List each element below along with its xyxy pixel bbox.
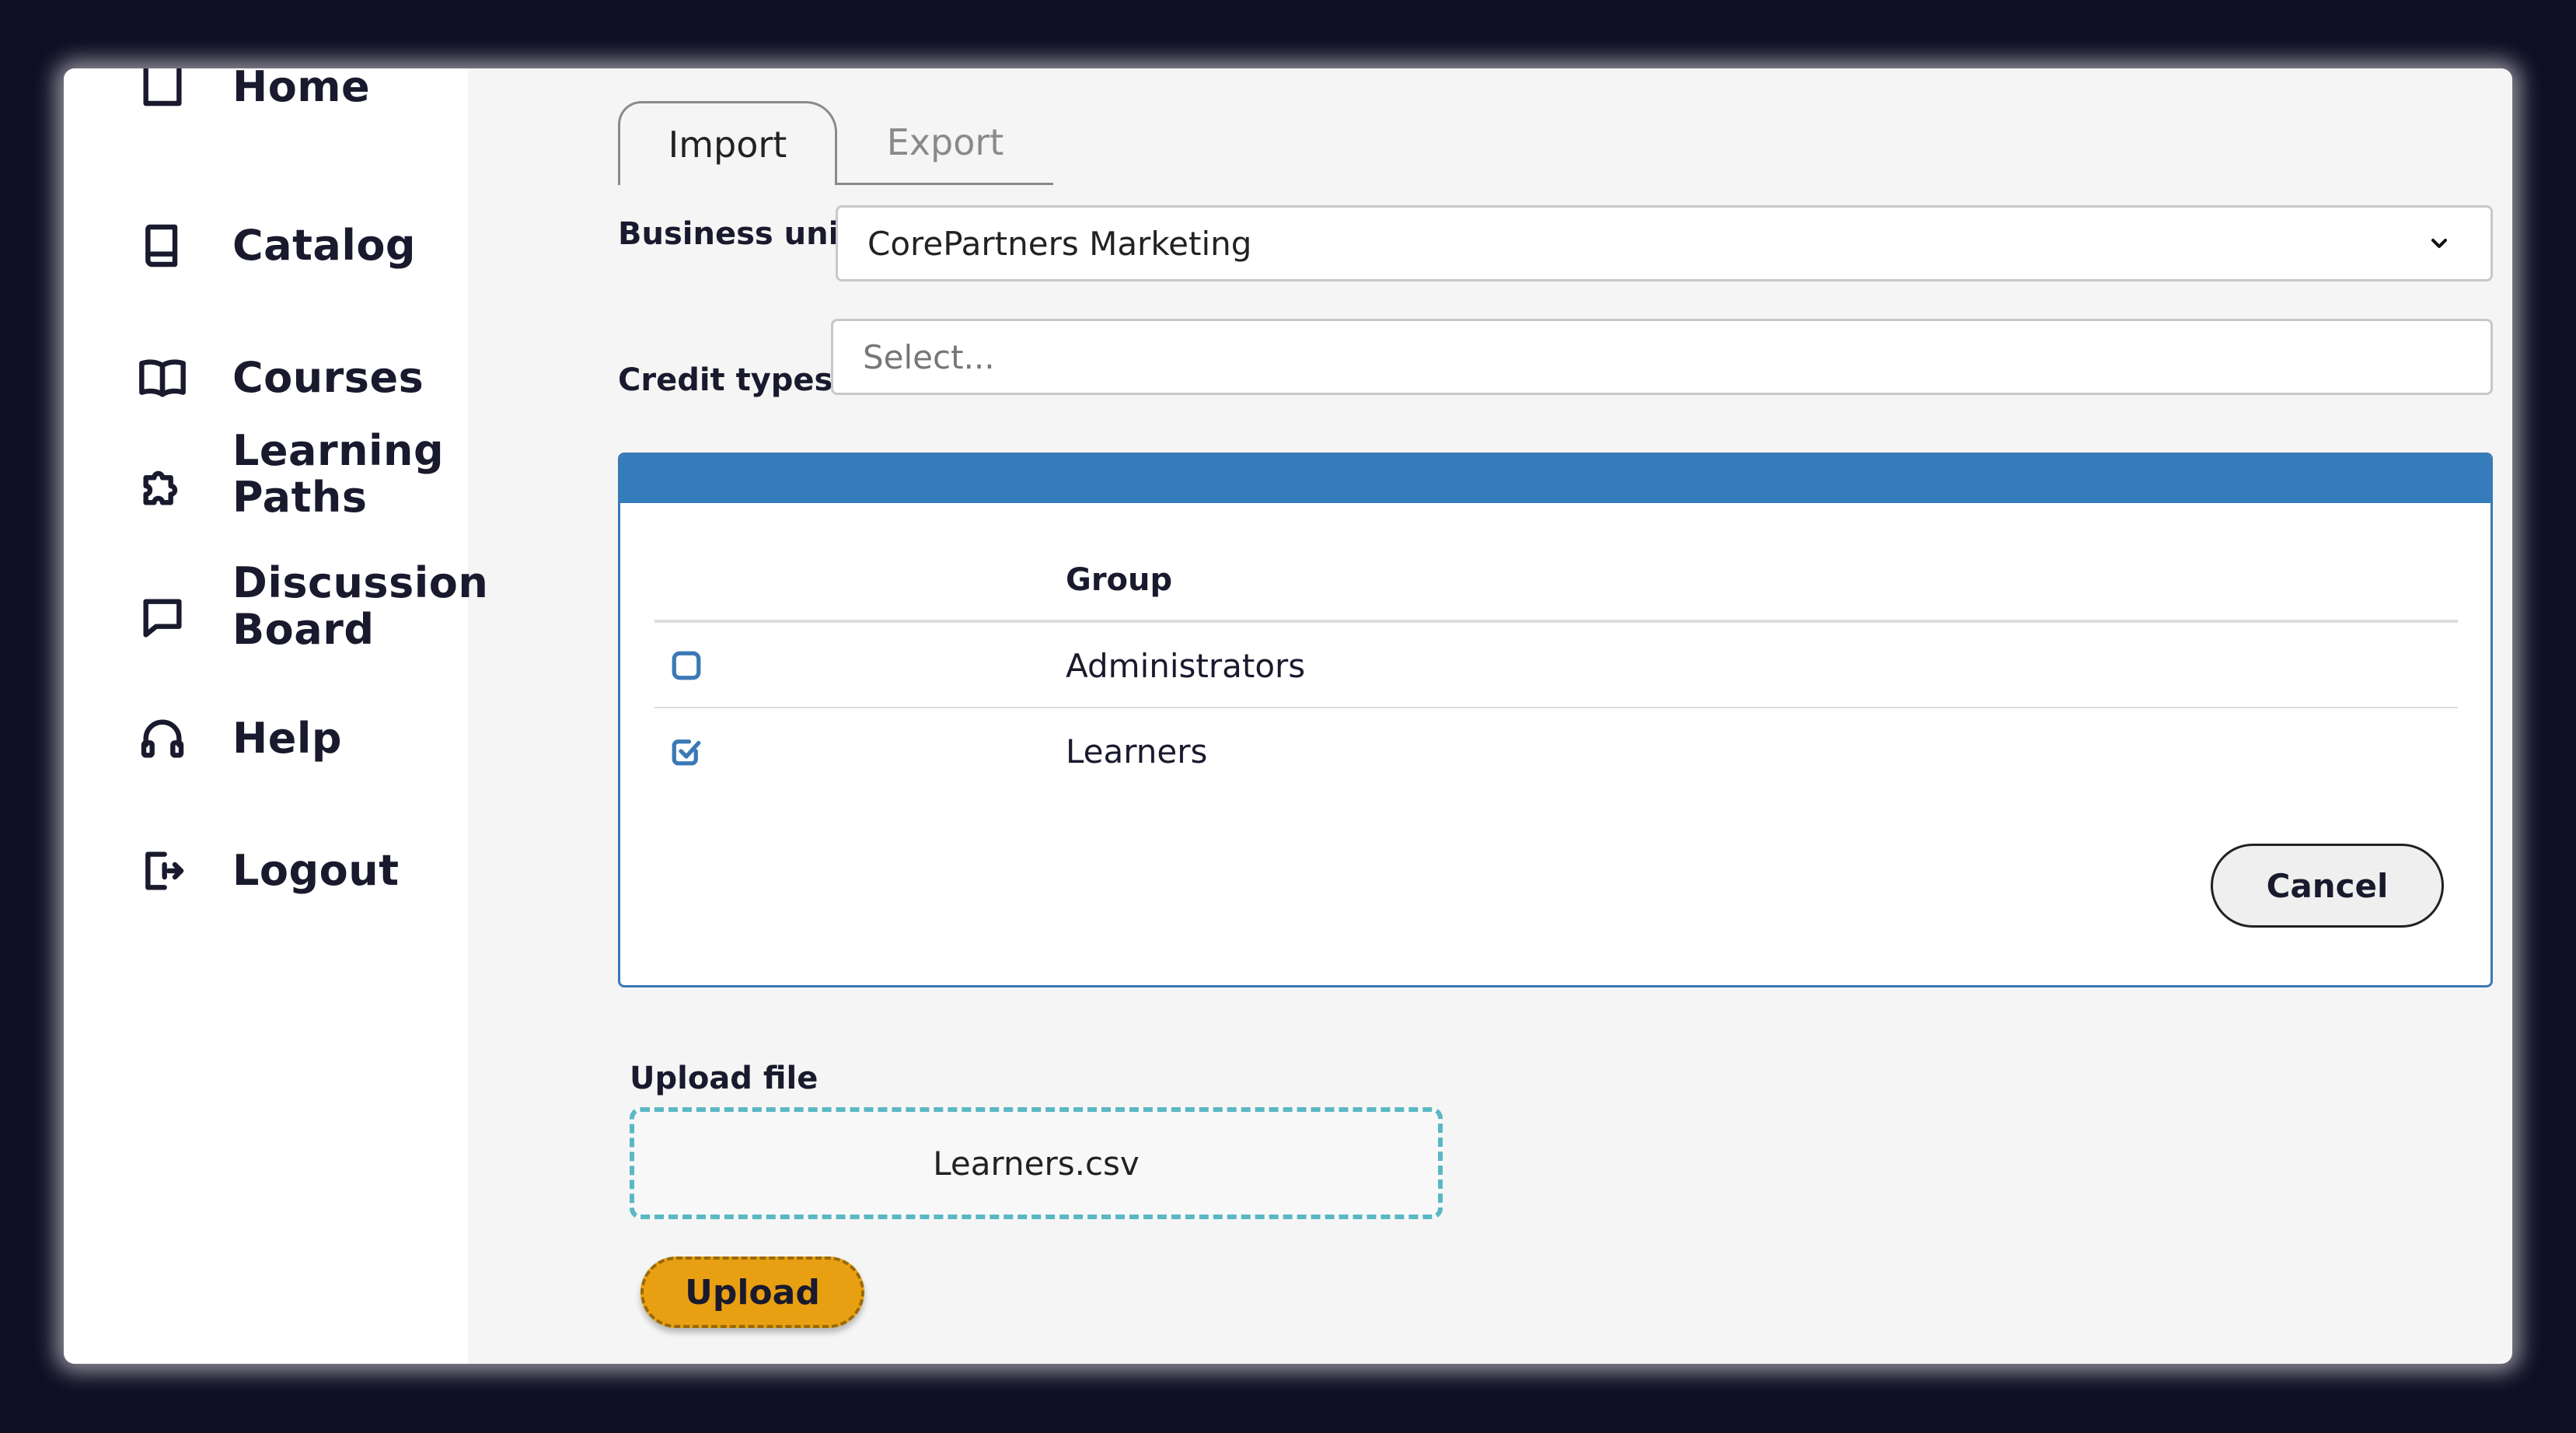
table-row: Administrators — [654, 623, 2458, 708]
checkbox-checked-icon[interactable] — [670, 735, 703, 767]
sidebar-item-label: Logout — [232, 846, 400, 895]
file-dropzone[interactable]: Learners.csv — [630, 1107, 1443, 1219]
logout-icon — [135, 844, 190, 898]
app-window: Home Catalog Courses Learning Paths Disc — [64, 68, 2512, 1364]
group-name: Learners — [1066, 732, 1208, 771]
home-icon — [135, 68, 190, 112]
sidebar-item-label: Catalog — [232, 221, 417, 270]
puzzle-icon — [135, 459, 190, 513]
headset-icon — [135, 711, 190, 766]
sidebar-item-label: Learning Paths — [232, 426, 445, 522]
sidebar-item-home[interactable]: Home — [64, 68, 468, 134]
business-unit-label: Business unit — [618, 216, 854, 252]
checkbox-unchecked-icon[interactable] — [670, 649, 703, 682]
table-row: Learners — [654, 708, 2458, 794]
credit-types-placeholder: Select... — [863, 337, 995, 376]
business-unit-value: CorePartners Marketing — [867, 224, 1252, 263]
sidebar-item-courses[interactable]: Courses — [64, 339, 468, 417]
book-icon — [135, 218, 190, 273]
sidebar: Home Catalog Courses Learning Paths Disc — [64, 68, 489, 1364]
chat-icon — [135, 591, 190, 645]
open-book-icon — [135, 351, 190, 405]
tab-bar: Import Export — [618, 101, 1053, 185]
group-selection-panel: Group Administrators Learners Cancel — [618, 453, 2493, 987]
business-unit-select[interactable]: CorePartners Marketing — [836, 205, 2493, 281]
sidebar-item-catalog[interactable]: Catalog — [64, 207, 468, 285]
sidebar-item-label: Discussion Board — [232, 558, 489, 654]
sidebar-item-label: Home — [232, 68, 371, 111]
sidebar-item-discussion-board[interactable]: Discussion Board — [64, 558, 489, 676]
sidebar-item-label: Help — [232, 714, 342, 763]
tab-import[interactable]: Import — [618, 101, 837, 185]
main-content: Import Export Business unit CorePartners… — [468, 68, 2512, 1364]
sidebar-item-learning-paths[interactable]: Learning Paths — [64, 428, 468, 544]
sidebar-item-help[interactable]: Help — [64, 700, 468, 778]
group-column-header: Group — [1066, 562, 1173, 598]
upload-file-label: Upload file — [630, 1061, 819, 1096]
group-name: Administrators — [1066, 646, 1306, 685]
panel-header — [620, 455, 2490, 503]
cancel-button[interactable]: Cancel — [2211, 844, 2444, 928]
chevron-down-icon — [2431, 239, 2447, 248]
sidebar-item-logout[interactable]: Logout — [64, 832, 468, 910]
sidebar-item-label: Courses — [232, 353, 424, 402]
credit-types-label: Credit types — [618, 362, 833, 398]
credit-types-select[interactable]: Select... — [831, 319, 2493, 395]
upload-button[interactable]: Upload — [641, 1256, 864, 1328]
uploaded-file-name: Learners.csv — [933, 1144, 1140, 1183]
tab-export[interactable]: Export — [837, 101, 1053, 185]
